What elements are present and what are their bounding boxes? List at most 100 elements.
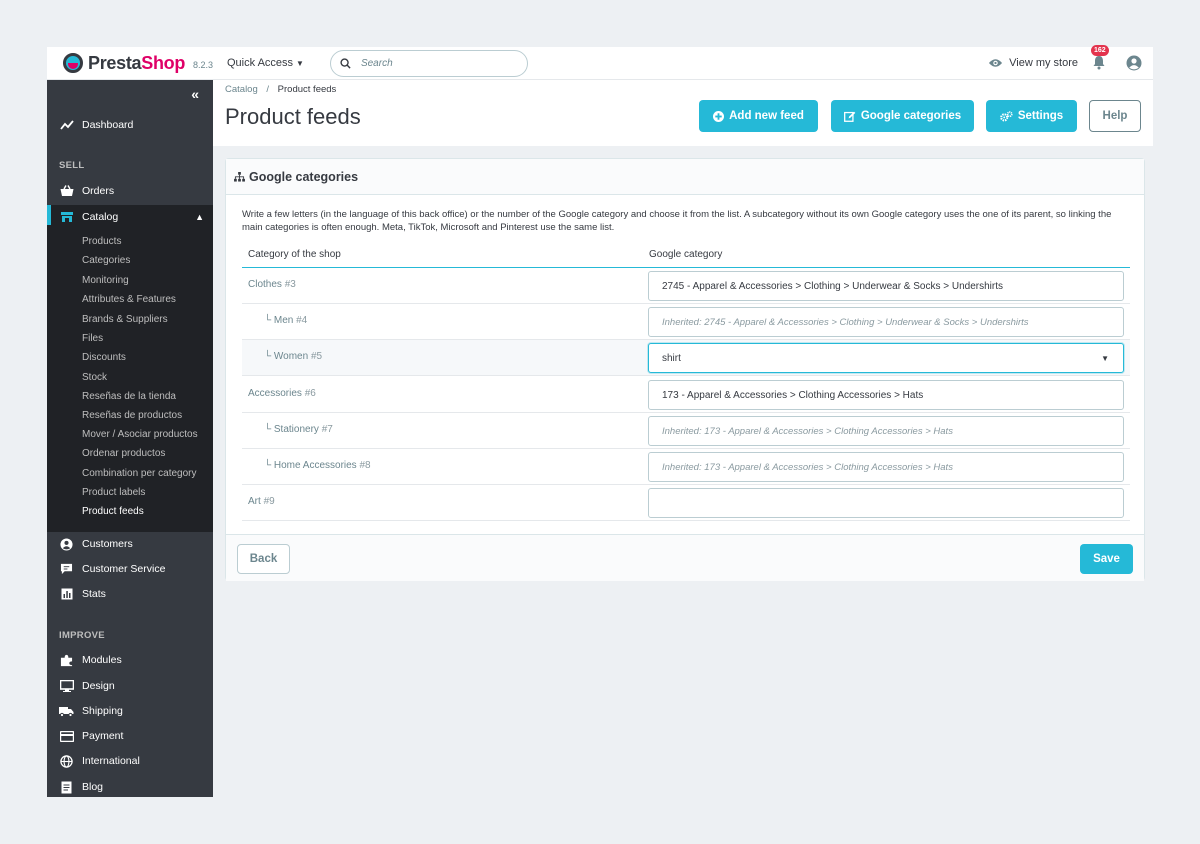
- credit-card-icon: [59, 729, 74, 744]
- plus-circle-icon: [713, 110, 725, 122]
- back-button[interactable]: Back: [237, 544, 290, 574]
- save-button[interactable]: Save: [1080, 544, 1133, 574]
- google-category-input[interactable]: [648, 488, 1124, 518]
- table-row: Clothes #3 2745 - Apparel & Accessories …: [242, 268, 1130, 304]
- sidebar-item-blog[interactable]: Blog: [47, 775, 213, 797]
- sidebar-subitem[interactable]: Stock: [82, 372, 107, 383]
- sidebar-label: Customers: [82, 538, 133, 550]
- basket-icon: [59, 184, 74, 199]
- sidebar-item-stats[interactable]: Stats: [47, 582, 213, 606]
- chevron-up-icon: ▲: [195, 212, 204, 222]
- dropdown-arrow-icon[interactable]: ▼: [1101, 354, 1109, 363]
- input-value: shirt: [662, 352, 681, 364]
- truck-icon: [59, 704, 74, 719]
- shop-category-cell: Clothes #3: [248, 279, 296, 290]
- chart-line-icon: [59, 118, 74, 133]
- google-categories-button[interactable]: Google categories: [831, 100, 974, 132]
- column-header-shop: Category of the shop: [248, 249, 341, 260]
- help-button[interactable]: Help: [1089, 100, 1141, 132]
- search-box[interactable]: [329, 49, 528, 77]
- card-header: Google categories: [226, 159, 1144, 195]
- card-title: Google categories: [249, 169, 359, 184]
- shop-category-cell: └ Men #4: [264, 315, 308, 326]
- bar-chart-icon: [59, 587, 74, 602]
- chat-icon: [59, 562, 74, 577]
- view-store-label: View my store: [1009, 57, 1078, 69]
- view-store-link[interactable]: View my store: [988, 57, 1078, 69]
- button-label: Add new feed: [729, 110, 804, 122]
- sidebar-subitem[interactable]: Combination per category: [82, 468, 197, 479]
- page-title: Product feeds: [225, 104, 361, 129]
- top-header: PrestaShop 8.2.3 Quick Access ▼ View my …: [47, 45, 1153, 80]
- sidebar-label: Stats: [82, 588, 106, 600]
- search-icon: [340, 57, 351, 69]
- logo[interactable]: PrestaShop 8.2.3: [63, 53, 223, 74]
- user-circle-icon: [59, 537, 74, 552]
- sidebar-item-modules[interactable]: Modules: [47, 648, 213, 672]
- table-row: └ Stationery #7 Inherited: 173 - Apparel…: [242, 413, 1130, 449]
- sidebar-subitem[interactable]: Mover / Asociar productos: [82, 429, 198, 440]
- google-category-input[interactable]: 2745 - Apparel & Accessories > Clothing …: [648, 271, 1124, 301]
- sidebar-subitem[interactable]: Brands & Suppliers: [82, 314, 168, 325]
- collapse-icon[interactable]: «: [191, 86, 199, 102]
- sidebar-item-payment[interactable]: Payment: [47, 724, 213, 748]
- sidebar-item-dashboard[interactable]: Dashboard: [47, 113, 213, 137]
- table-header: Category of the shop Google category: [242, 247, 1130, 268]
- google-category-input-active[interactable]: shirt ▼: [648, 343, 1124, 373]
- sidebar-label: Customer Service: [82, 563, 166, 575]
- sidebar-item-international[interactable]: International: [47, 749, 213, 773]
- quick-access-dropdown[interactable]: Quick Access ▼: [227, 57, 304, 69]
- sidebar-label: Payment: [82, 730, 124, 742]
- shop-category-cell: Accessories #6: [248, 388, 316, 399]
- sidebar-subitem[interactable]: Reseñas de productos: [82, 410, 182, 421]
- sidebar-subitem[interactable]: Products: [82, 236, 121, 247]
- table-row: └ Home Accessories #8 Inherited: 173 - A…: [242, 449, 1130, 485]
- table-row: └ Women #5 shirt ▼: [242, 340, 1130, 376]
- sell-section-title: SELL: [59, 160, 85, 171]
- card-description: Write a few letters (in the language of …: [242, 209, 1112, 233]
- sidebar-subitem[interactable]: Product labels: [82, 487, 145, 498]
- sidebar-subitem[interactable]: Categories: [82, 255, 130, 266]
- sidebar-item-shipping[interactable]: Shipping: [47, 699, 213, 723]
- sidebar-subitem-active[interactable]: Product feeds: [82, 506, 144, 517]
- settings-button[interactable]: Settings: [986, 100, 1077, 132]
- sidebar-item-orders[interactable]: Orders: [47, 179, 213, 203]
- sidebar-item-customer-service[interactable]: Customer Service: [47, 557, 213, 581]
- improve-section-title: IMPROVE: [59, 630, 105, 641]
- add-new-feed-button[interactable]: Add new feed: [699, 100, 818, 132]
- sidebar-label: Catalog: [82, 211, 119, 223]
- document-icon: [59, 780, 74, 795]
- sidebar-subitem[interactable]: Reseñas de la tienda: [82, 391, 176, 402]
- breadcrumb-current: Product feeds: [277, 84, 337, 95]
- sidebar-subitem[interactable]: Ordenar productos: [82, 448, 165, 459]
- breadcrumb: Catalog / Product feeds: [225, 84, 336, 95]
- google-category-input[interactable]: Inherited: 173 - Apparel & Accessories >…: [648, 416, 1124, 446]
- shop-category-cell: └ Women #5: [264, 351, 323, 362]
- user-icon[interactable]: [1126, 55, 1142, 71]
- sitemap-icon: [234, 171, 245, 182]
- sidebar-item-customers[interactable]: Customers: [47, 532, 213, 556]
- column-header-google: Google category: [649, 249, 723, 260]
- sidebar-label: International: [82, 755, 140, 767]
- shop-category-cell: └ Stationery #7: [264, 424, 333, 435]
- logo-mark: [63, 53, 83, 73]
- store-icon: [59, 210, 74, 225]
- google-category-input[interactable]: Inherited: 173 - Apparel & Accessories >…: [648, 452, 1124, 482]
- notifications-button[interactable]: 162: [1091, 45, 1109, 71]
- breadcrumb-parent[interactable]: Catalog: [225, 84, 258, 95]
- sidebar-subitem[interactable]: Discounts: [82, 352, 126, 363]
- search-input[interactable]: [360, 57, 511, 69]
- bell-icon: [1093, 56, 1105, 70]
- puzzle-icon: [59, 653, 74, 668]
- caret-down-icon: ▼: [296, 58, 304, 68]
- globe-icon: [59, 754, 74, 769]
- sidebar-subitem[interactable]: Monitoring: [82, 275, 129, 286]
- sidebar-subitem[interactable]: Attributes & Features: [82, 294, 176, 305]
- google-category-input[interactable]: Inherited: 2745 - Apparel & Accessories …: [648, 307, 1124, 337]
- sidebar-label: Blog: [82, 781, 104, 793]
- sidebar-item-design[interactable]: Design: [47, 674, 213, 698]
- shop-category-cell: Art #9: [248, 496, 275, 507]
- logo-text: PrestaShop: [88, 52, 186, 73]
- sidebar-subitem[interactable]: Files: [82, 333, 103, 344]
- google-category-input[interactable]: 173 - Apparel & Accessories > Clothing A…: [648, 380, 1124, 410]
